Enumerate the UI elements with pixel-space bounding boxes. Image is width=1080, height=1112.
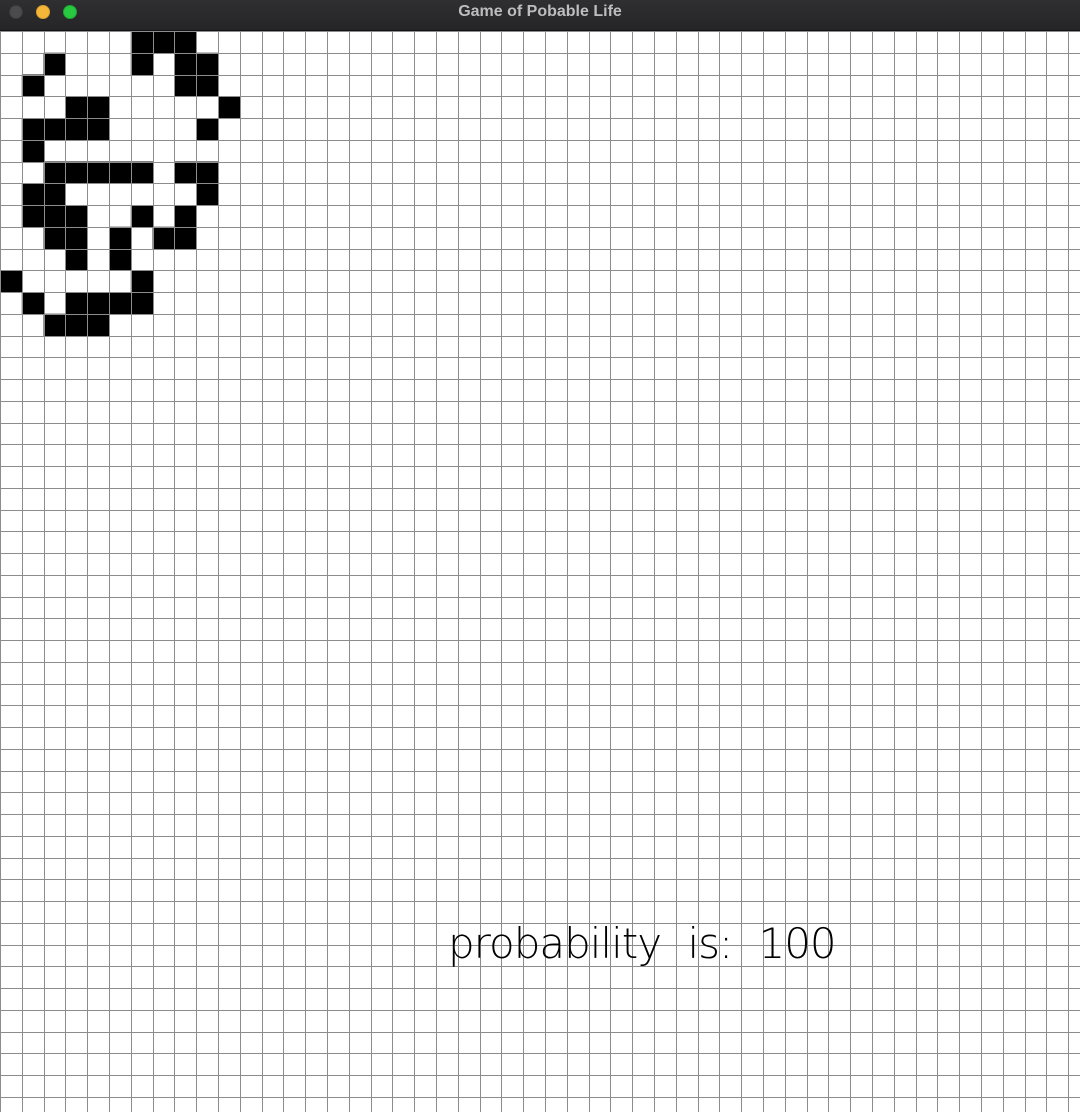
window-title: Game of Pobable Life <box>458 3 622 20</box>
live-cell[interactable] <box>65 118 88 141</box>
live-cell[interactable] <box>218 96 241 119</box>
live-cell[interactable] <box>87 292 110 315</box>
live-cell[interactable] <box>65 226 88 249</box>
live-cell[interactable] <box>87 161 110 184</box>
live-cell[interactable] <box>196 74 219 97</box>
live-cell[interactable] <box>130 292 154 315</box>
live-cell[interactable] <box>65 96 88 119</box>
live-cell[interactable] <box>196 183 219 206</box>
live-cell[interactable] <box>65 205 88 228</box>
live-cell[interactable] <box>21 205 45 228</box>
game-window: Game of Pobable Life probability is: 100 <box>0 0 1080 1112</box>
live-cell[interactable] <box>0 270 23 293</box>
live-cell[interactable] <box>65 292 88 315</box>
live-cell[interactable] <box>43 205 66 228</box>
live-cell[interactable] <box>21 292 45 315</box>
live-cell[interactable] <box>109 248 132 271</box>
live-cell[interactable] <box>87 118 110 141</box>
live-cell[interactable] <box>196 161 219 184</box>
live-cell[interactable] <box>174 161 197 184</box>
live-cell[interactable] <box>65 313 88 336</box>
live-cell[interactable] <box>109 292 132 315</box>
live-cell[interactable] <box>65 161 88 184</box>
live-cell[interactable] <box>174 31 197 54</box>
live-cell[interactable] <box>196 118 219 141</box>
live-cell[interactable] <box>21 74 45 97</box>
live-cell[interactable] <box>130 52 154 75</box>
live-cell[interactable] <box>21 118 45 141</box>
live-cell[interactable] <box>196 52 219 75</box>
live-cell[interactable] <box>109 161 132 184</box>
live-cell[interactable] <box>174 74 197 97</box>
live-cell[interactable] <box>87 96 110 119</box>
live-cell[interactable] <box>43 183 66 206</box>
live-cell[interactable] <box>130 31 154 54</box>
live-cell[interactable] <box>43 118 66 141</box>
live-cell[interactable] <box>174 52 197 75</box>
live-cell[interactable] <box>130 205 154 228</box>
live-cell[interactable] <box>43 161 66 184</box>
live-cell[interactable] <box>152 226 175 249</box>
live-cell[interactable] <box>174 205 197 228</box>
live-cell[interactable] <box>109 226 132 249</box>
live-cell[interactable] <box>130 161 154 184</box>
title-bar: Game of Pobable Life <box>0 0 1080 31</box>
live-cell[interactable] <box>21 139 45 162</box>
live-cell[interactable] <box>43 226 66 249</box>
live-cell[interactable] <box>87 313 110 336</box>
live-cell[interactable] <box>174 226 197 249</box>
live-cell[interactable] <box>43 52 66 75</box>
live-cell[interactable] <box>65 248 88 271</box>
life-grid[interactable]: probability is: 100 <box>0 31 1080 1112</box>
live-cell[interactable] <box>152 31 175 54</box>
live-cell[interactable] <box>43 313 66 336</box>
live-cell[interactable] <box>21 183 45 206</box>
live-cell[interactable] <box>130 270 154 293</box>
probability-label: probability is: 100 <box>448 919 837 968</box>
